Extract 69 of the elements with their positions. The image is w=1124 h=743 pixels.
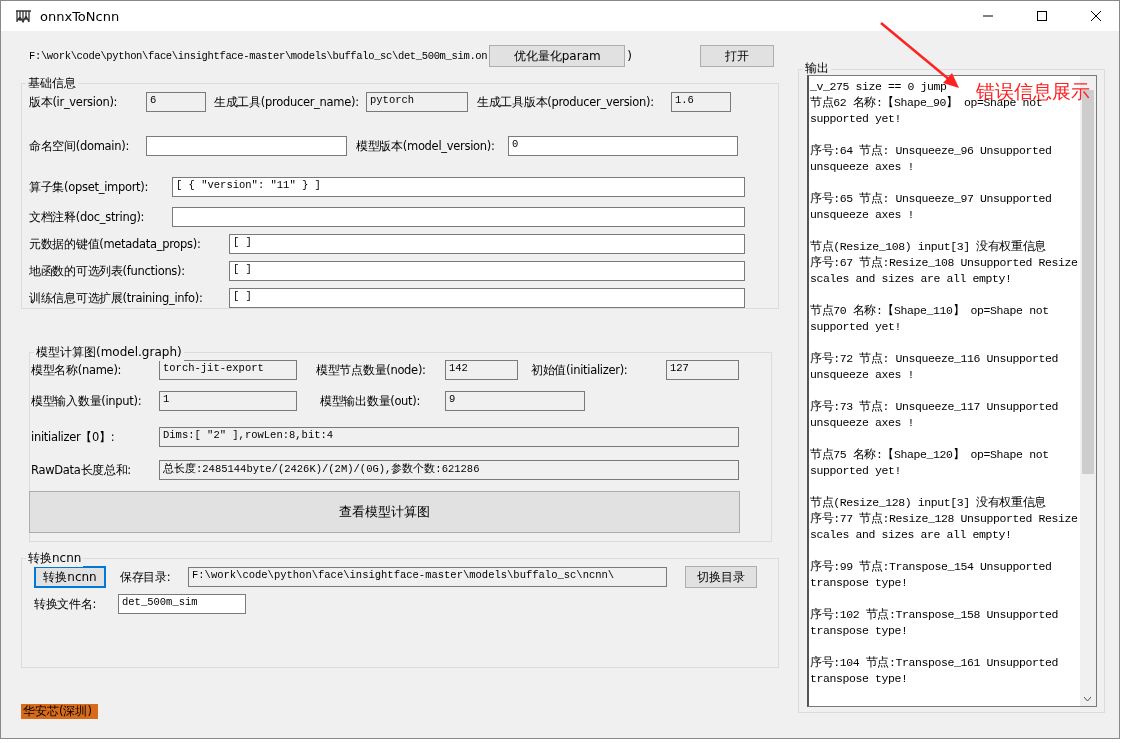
field-label: 模型输出数量(out):: [320, 393, 422, 409]
field-label: 地函数的可选列表(functions):: [29, 263, 186, 279]
log-line: 序号:102 节点:Transpose_158 Unsupported transpose type!: [810, 607, 1059, 639]
field-label: 保存目录:: [120, 569, 172, 585]
paren-text: ): [627, 49, 632, 63]
save-dir-field[interactable]: F:\work\code\python\face\insightface-master\models\buffalo_sc\ncnn\: [188, 567, 667, 587]
field-label: 模型输入数量(input):: [31, 393, 143, 409]
group-title: 基础信息: [26, 75, 78, 92]
field-label: 初始值(initializer):: [531, 362, 629, 378]
group-title: 输出: [803, 60, 831, 77]
log-line: 序号:65 节点: Unsqueeze_97 Unsupported unsqueeze axes !: [810, 191, 1053, 223]
log-line: 序号:99 节点:Transpose_154 Unsupported transpose type!: [810, 559, 1053, 591]
log-line: _v_275 size == 0 jump: [810, 79, 947, 95]
text-field[interactable]: [ ]: [229, 261, 745, 281]
group-title: 转换ncnn: [26, 550, 84, 567]
company-badge: 华安芯(深圳): [21, 704, 98, 719]
text-field[interactable]: 1.6: [671, 92, 731, 112]
field-label: 模型版本(model_version):: [356, 138, 496, 154]
close-icon: [1090, 10, 1102, 22]
field-label: 转换文件名:: [34, 596, 98, 612]
log-line: 序号:67 节点:Resize_108 Unsupported Resize scales and sizes are all empty!: [810, 255, 1078, 287]
field-label: 生成工具版本(producer_version):: [477, 94, 655, 110]
log-line: 序号:72 节点: Unsqueeze_116 Unsupported unsqueeze axes !: [810, 351, 1059, 383]
field-label: 命名空间(domain):: [29, 138, 131, 154]
log-line: 序号:104 节点:Transpose_161 Unsupported transpose type!: [810, 655, 1059, 687]
field-label: 模型节点数量(node):: [316, 362, 427, 378]
view-graph-button[interactable]: 查看模型计算图: [29, 491, 740, 533]
log-line: 序号:64 节点: Unsqueeze_96 Unsupported unsqueeze axes !: [810, 143, 1053, 175]
window-title: onnxToNcnn: [40, 8, 120, 24]
text-field[interactable]: [ ]: [229, 234, 745, 254]
text-field[interactable]: 总长度:2485144byte/(2426K)/(2M)/(0G),参数个数:621286: [159, 460, 739, 480]
text-field[interactable]: [ { "version": "11" } ]: [172, 177, 745, 197]
scroll-down-icon[interactable]: [1083, 696, 1092, 702]
text-field[interactable]: torch-jit-export: [159, 360, 297, 380]
text-field[interactable]: 9: [445, 391, 585, 411]
field-label: 版本(ir_version):: [29, 94, 119, 110]
file-path: F:\work\code\python\face\insightface-master\models\buffalo_sc\det_500m_sim.on: [29, 50, 488, 62]
text-field[interactable]: 127: [666, 360, 739, 380]
text-field[interactable]: [146, 136, 347, 156]
text-field[interactable]: 0: [508, 136, 738, 156]
text-field[interactable]: [ ]: [229, 288, 745, 308]
app-icon: [15, 9, 32, 23]
field-label: initializer【0】:: [31, 429, 116, 445]
log-line: 节点70 名称:【Shape_110】 op=Shape not supported yet!: [810, 303, 1050, 335]
file-name-field[interactable]: det_500m_sim: [118, 594, 246, 614]
group-title: 模型计算图(model.graph): [34, 344, 184, 361]
field-label: RawData长度总和:: [31, 462, 132, 478]
convert-button[interactable]: 转换ncnn: [34, 566, 106, 588]
field-label: 模型名称(name):: [31, 362, 123, 378]
field-label: 文档注释(doc_string):: [29, 209, 146, 225]
text-field[interactable]: 142: [445, 360, 518, 380]
field-label: 算子集(opset_import):: [29, 179, 150, 195]
log-line: 序号:77 节点:Resize_128 Unsupported Resize scales and sizes are all empty!: [810, 511, 1078, 543]
field-label: 生成工具(producer_name):: [214, 94, 360, 110]
log-line: 序号:73 节点: Unsqueeze_117 Unsupported unsqueeze axes !: [810, 399, 1059, 431]
log-line: 节点75 名称:【Shape_120】 op=Shape not supported yet!: [810, 447, 1050, 479]
log-line: 节点(Resize_128) input[3] 没有权重信息: [810, 495, 1046, 511]
text-field[interactable]: 6: [146, 92, 206, 112]
text-field[interactable]: 1: [159, 391, 297, 411]
text-field[interactable]: Dims:[ "2" ],rowLen:8,bit:4: [159, 427, 739, 447]
maximize-icon: [1036, 10, 1048, 22]
field-label: 元数据的键值(metadata_props):: [29, 236, 202, 252]
optimize-button[interactable]: 优化量化param: [489, 45, 626, 67]
open-button[interactable]: 打开: [699, 45, 774, 67]
log-line: 节点(Resize_108) input[3] 没有权重信息: [810, 239, 1046, 255]
text-field[interactable]: [172, 207, 745, 227]
text-field[interactable]: pytorch: [366, 92, 468, 112]
field-label: 训练信息可选扩展(training_info):: [29, 290, 204, 306]
switch-dir-button[interactable]: 切换目录: [685, 566, 757, 588]
